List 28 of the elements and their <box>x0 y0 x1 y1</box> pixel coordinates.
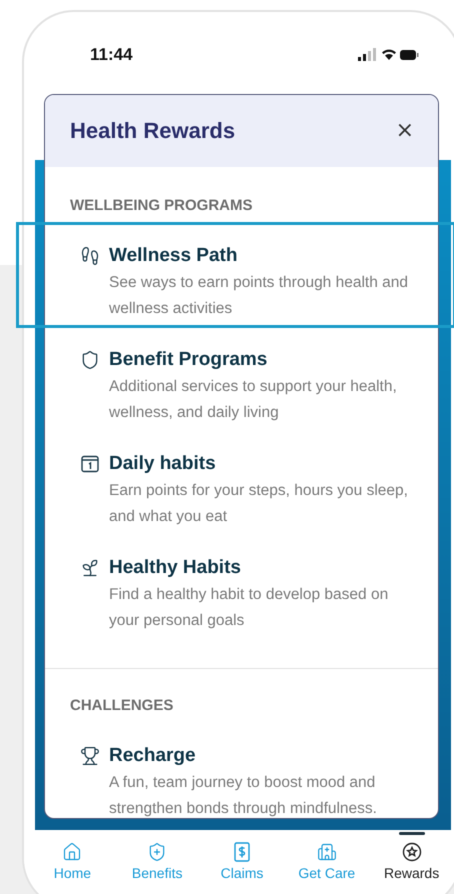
status-time: 11:44 <box>90 45 133 65</box>
program-title[interactable]: Recharge <box>109 744 408 768</box>
sprout-icon <box>80 558 100 578</box>
program-title[interactable]: Daily habits <box>109 452 408 476</box>
shield-icon <box>80 350 100 370</box>
program-description: A fun, team journey to boost mood and strengthen bonds through mindfulness. <box>109 773 378 818</box>
battery-icon <box>400 50 418 60</box>
home-icon <box>62 842 82 862</box>
tab-bar-item[interactable]: Rewards <box>369 830 454 894</box>
program-description: See ways to earn points through health and wellness activities <box>109 273 408 319</box>
program-description: Earn points for your steps, hours you sleep, and what you eat <box>109 481 408 527</box>
section-heading: CHALLENGES <box>70 697 174 714</box>
dollar-bill-icon <box>232 842 251 862</box>
footprints-icon <box>80 246 100 266</box>
wifi-icon <box>382 50 396 60</box>
shield-plus-icon <box>147 842 168 862</box>
hospital-icon <box>316 842 337 862</box>
section-heading: WELLBEING PROGRAMS <box>70 197 254 214</box>
signal-icon <box>358 48 376 61</box>
program-title[interactable]: Benefit Programs <box>109 348 408 372</box>
close-button[interactable]: × <box>394 118 416 144</box>
program-description: Find a healthy habit to develop based on your personal goals <box>109 585 390 631</box>
program-title[interactable]: Wellness Path <box>109 244 408 268</box>
trophy-icon <box>80 746 100 766</box>
program-title[interactable]: Healthy Habits <box>109 556 408 580</box>
dialog-title: Health Rewards <box>70 118 236 144</box>
program-description: Additional services to support your health, wellness, and daily living <box>109 377 398 423</box>
calendar-icon <box>80 454 100 474</box>
